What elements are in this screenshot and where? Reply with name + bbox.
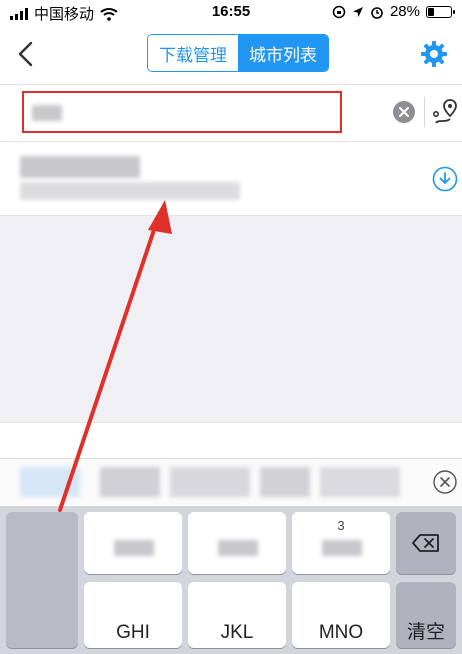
blurred-candidate-3 (170, 467, 250, 497)
battery-percent: 28% (389, 3, 420, 20)
back-icon[interactable] (14, 39, 38, 69)
backspace-key[interactable] (396, 512, 456, 574)
status-bar: 中国移动 16:55 28% (0, 0, 462, 24)
search-divider (424, 97, 425, 127)
battery-icon (426, 5, 455, 18)
search-row (0, 84, 462, 142)
blurred-candidate-5 (320, 467, 400, 497)
status-right: 28% (332, 3, 455, 20)
app-screen: 中国移动 16:55 28% 下载管理 城市列表 3 GHI JKL MNO 清… (0, 0, 462, 654)
blurred-candidate-2 (100, 467, 160, 497)
blurred-city-name (20, 156, 140, 178)
backspace-icon (412, 534, 439, 552)
ime-candidate-bar (0, 458, 462, 506)
clear-key[interactable]: 清空 (396, 582, 456, 648)
blurred-city-info (20, 182, 240, 200)
search-input[interactable] (22, 91, 342, 133)
key-ghi-label: GHI (116, 622, 150, 643)
key-row2-right[interactable]: 3 (292, 512, 390, 574)
key-mno[interactable]: MNO (292, 582, 390, 648)
key-mno-label: MNO (318, 622, 364, 643)
segmented-control: 下载管理 城市列表 (147, 34, 329, 72)
battery-fill (428, 7, 434, 16)
rotation-lock-icon (332, 5, 346, 18)
key-row2-left[interactable] (84, 512, 182, 574)
route-pin-icon[interactable] (432, 97, 458, 127)
alarm-icon (371, 6, 383, 19)
key-ghi[interactable]: GHI (84, 582, 182, 648)
key-left-column[interactable] (6, 512, 78, 648)
nav-bar: 下载管理 城市列表 (0, 24, 462, 84)
tab-download-manage[interactable]: 下载管理 (148, 35, 238, 71)
key-jkl[interactable]: JKL (188, 582, 286, 648)
close-circle-icon[interactable] (432, 469, 458, 495)
city-result-item[interactable] (0, 142, 462, 216)
empty-list-footer (0, 422, 462, 458)
gear-icon[interactable] (420, 40, 448, 68)
empty-list-area (0, 216, 462, 422)
location-icon (352, 6, 363, 17)
blurred-key-label (114, 540, 154, 556)
key-jkl-label: JKL (220, 622, 254, 643)
blurred-candidate-4 (260, 467, 310, 497)
key-number-label: 3 (337, 518, 345, 533)
clear-key-label: 清空 (406, 622, 445, 643)
blurred-input-text (32, 105, 62, 121)
clear-circle-icon[interactable] (392, 100, 416, 124)
tab-city-list[interactable]: 城市列表 (238, 35, 328, 71)
blurred-candidate-1 (20, 467, 80, 497)
ime-keyboard: 3 GHI JKL MNO 清空 (0, 506, 462, 654)
blurred-key-label (218, 540, 258, 556)
blurred-key-label (322, 540, 362, 556)
download-circle-icon[interactable] (432, 166, 458, 192)
key-row2-mid[interactable] (188, 512, 286, 574)
